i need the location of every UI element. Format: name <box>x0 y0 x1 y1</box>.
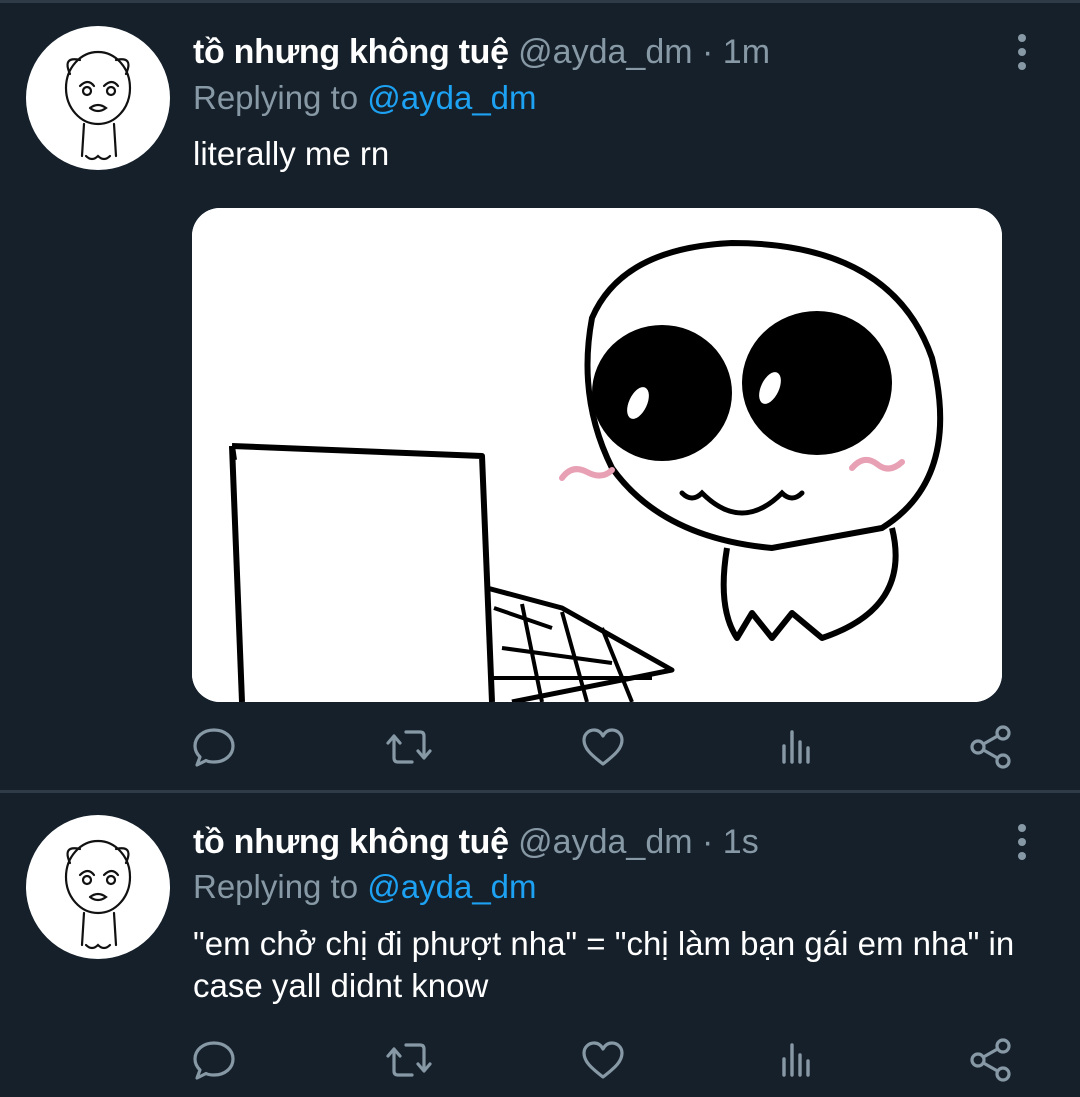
mention-link[interactable]: @ayda_dm <box>367 868 536 905</box>
retweet-icon[interactable] <box>384 722 434 772</box>
reply-icon[interactable] <box>189 722 239 772</box>
replying-to: Replying to @ayda_dm <box>193 77 537 119</box>
mention-link[interactable]: @ayda_dm <box>367 79 536 116</box>
analytics-icon[interactable] <box>773 722 823 772</box>
avatar[interactable] <box>26 26 170 170</box>
tweet-item[interactable]: tồ nhưng không tuệ @ayda_dm · 1m Replyin… <box>0 0 1080 790</box>
share-icon[interactable] <box>966 722 1016 772</box>
tweet-text: literally me rn <box>193 135 390 172</box>
user-handle[interactable]: @ayda_dm <box>518 33 692 71</box>
replying-to: Replying to @ayda_dm <box>193 866 537 908</box>
tweet-actions <box>0 722 1080 772</box>
share-icon[interactable] <box>966 1035 1016 1085</box>
tweet-text: "em chở chị đi phượt nha" = "chị làm bạn… <box>193 925 1015 1004</box>
user-handle[interactable]: @ayda_dm <box>518 823 692 861</box>
timestamp[interactable]: 1s <box>723 823 759 861</box>
tweet-actions <box>0 1035 1080 1085</box>
tweet-image[interactable] <box>192 208 1002 702</box>
like-icon[interactable] <box>578 1035 628 1085</box>
replying-prefix: Replying to <box>193 79 368 116</box>
replying-prefix: Replying to <box>193 868 368 905</box>
analytics-icon[interactable] <box>773 1035 823 1085</box>
retweet-icon[interactable] <box>384 1035 434 1085</box>
display-name[interactable]: tồ nhưng không tuệ <box>193 33 509 71</box>
display-name[interactable]: tồ nhưng không tuệ <box>193 823 509 861</box>
tweet-header: tồ nhưng không tuệ @ayda_dm · 1m <box>193 30 770 74</box>
more-options-icon[interactable] <box>1006 822 1038 862</box>
tweet-header: tồ nhưng không tuệ @ayda_dm · 1s <box>193 820 759 864</box>
like-icon[interactable] <box>578 722 628 772</box>
avatar[interactable] <box>26 815 170 959</box>
more-options-icon[interactable] <box>1006 32 1038 72</box>
separator-dot: · <box>702 33 714 71</box>
reply-icon[interactable] <box>189 1035 239 1085</box>
separator-dot: · <box>702 823 714 861</box>
timestamp[interactable]: 1m <box>723 33 770 71</box>
